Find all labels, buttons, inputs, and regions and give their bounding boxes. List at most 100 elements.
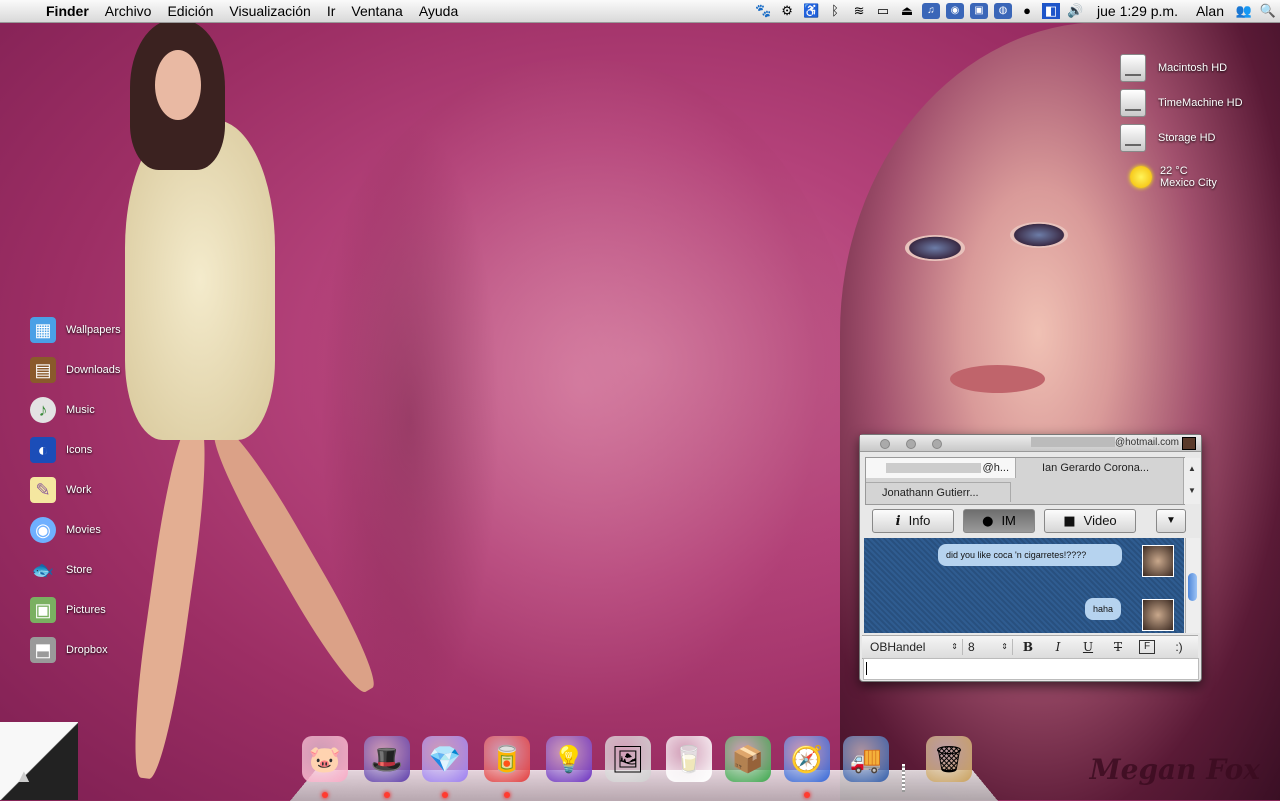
growl-icon[interactable]: 🐾 [754, 3, 772, 19]
cd-icon: ♪ [30, 397, 56, 423]
video-button[interactable]: ■ Video [1044, 509, 1136, 533]
menu-ir[interactable]: Ir [319, 3, 344, 19]
globe-icon[interactable]: ◍ [994, 3, 1013, 19]
info-button[interactable]: i Info [872, 509, 954, 533]
weather-temp: 22 °C [1160, 165, 1188, 177]
tab-jonathann[interactable]: Jonathann Gutierr... [866, 482, 1011, 502]
gear-icon[interactable]: ⚙ [778, 3, 796, 19]
chat-title: @hotmail.com [1030, 437, 1179, 448]
drive-timemachine-hd[interactable]: TimeMachine HD [1120, 85, 1260, 120]
goldfish-icon: 🐟 [31, 559, 55, 580]
dock-soda-box-icon[interactable]: 📦 [725, 736, 771, 782]
menu-finder[interactable]: Finder [38, 3, 97, 19]
font-select[interactable]: OBHandel ⇕ [864, 639, 963, 655]
accessibility-icon[interactable]: ♿ [802, 3, 820, 19]
minimize-button[interactable] [906, 439, 916, 449]
sender-avatar [1142, 599, 1174, 631]
dock-running-indicator [384, 792, 390, 798]
menu-bar: Finder Archivo Edición Visualización Ir … [0, 0, 1280, 23]
android-icon[interactable]: ● [1018, 3, 1036, 19]
bold-button[interactable]: B [1020, 639, 1036, 655]
drive-storage-hd[interactable]: Storage HD [1120, 120, 1260, 155]
dock-messenger-gem-icon[interactable]: 💎 [422, 736, 468, 782]
hard-drive-icon [1120, 53, 1146, 82]
scrollbar-thumb[interactable] [1188, 573, 1197, 601]
spotlight-search-icon[interactable]: 🔍 [1259, 3, 1277, 19]
weather-widget[interactable]: 22 °C Mexico City [1130, 165, 1217, 189]
menu-ventana[interactable]: Ventana [343, 3, 410, 19]
menu-edicion[interactable]: Edición [159, 3, 221, 19]
tabs-scrollbar[interactable]: ▲ ▼ [1183, 458, 1200, 504]
hard-drive-icon [1120, 88, 1146, 117]
menu-ayuda[interactable]: Ayuda [411, 3, 466, 19]
display-icon[interactable]: ▣ [970, 3, 989, 19]
tab-ian-gerardo[interactable]: Ian Gerardo Corona... [1016, 458, 1184, 478]
dock-lightbulb-icon[interactable]: 💡 [546, 736, 592, 782]
chat-titlebar[interactable]: @hotmail.com [860, 435, 1201, 452]
desktop-item-pictures[interactable]: ▣ Pictures [30, 590, 180, 630]
zoom-button[interactable] [932, 439, 942, 449]
pepsi-can-icon: ◐ [30, 437, 56, 463]
dock-safari-icon[interactable]: 🧭 [784, 736, 830, 782]
chat-tabs: @h... Ian Gerardo Corona... Jonathann Gu… [865, 457, 1200, 505]
wallpaper-eye-right [1010, 222, 1068, 248]
close-button[interactable] [880, 439, 890, 449]
desktop-item-downloads[interactable]: ▤ Downloads [30, 350, 180, 390]
dvd-icon: ◉ [30, 517, 56, 543]
message-input[interactable] [863, 658, 1199, 680]
dock-delivery-truck-icon[interactable]: 🚚 [843, 736, 889, 782]
dock-pig-icon[interactable]: 🐷 [302, 736, 348, 782]
messages-scrollbar[interactable] [1185, 538, 1200, 633]
dock: 🐷 🎩 💎 🥫 💡 🖼 🥛 📦 🧭 🚚 🗑 [300, 736, 990, 800]
dock-trash-icon[interactable]: 🗑 [926, 736, 972, 782]
itunes-icon[interactable]: ♫ [922, 3, 941, 19]
chat-options-dropdown[interactable]: ▼ [1156, 509, 1186, 533]
drive-macintosh-hd[interactable]: Macintosh HD [1120, 50, 1260, 85]
messenger-chat-window[interactable]: @hotmail.com @h... Ian Gerardo Corona...… [859, 434, 1202, 682]
italic-button[interactable]: I [1050, 639, 1066, 655]
dock-soda-can-icon[interactable]: 🥫 [484, 736, 530, 782]
bluetooth-icon[interactable]: ᛒ [826, 3, 844, 19]
dock-running-indicator [442, 792, 448, 798]
wifi-icon[interactable]: ≋ [850, 3, 868, 19]
desktop-item-wallpapers[interactable]: ▦ Wallpapers [30, 310, 180, 350]
tab-current-contact[interactable]: @h... [866, 458, 1016, 478]
desktop-item-movies[interactable]: ◉ Movies [30, 510, 180, 550]
photo-icon: ▣ [30, 597, 56, 623]
page-curl-corner[interactable]: ▲ [0, 722, 78, 800]
dock-stamp-icon[interactable]: 🖼 [605, 736, 651, 782]
users-icon[interactable]: 👥 [1235, 3, 1253, 19]
desktop-drives: Macintosh HD TimeMachine HD Storage HD [1120, 50, 1260, 155]
strikethrough-button[interactable]: T [1110, 639, 1126, 655]
emoticon-button[interactable]: :) [1168, 639, 1190, 655]
desktop-item-label: Wallpapers [66, 324, 121, 336]
menu-archivo[interactable]: Archivo [97, 3, 160, 19]
im-button[interactable]: ● IM [963, 509, 1035, 533]
dock-separator[interactable] [902, 764, 905, 792]
chat-mode-buttons: i Info ● IM ■ Video ▼ [872, 509, 1192, 533]
message-history[interactable]: did you like coca 'n cigarretes!???? hah… [864, 538, 1184, 633]
drive-label: Storage HD [1158, 131, 1216, 144]
desktop-item-music[interactable]: ♪ Music [30, 390, 180, 430]
wallpaper-signature: Megan Fox [1089, 753, 1260, 786]
menu-visualizacion[interactable]: Visualización [221, 3, 318, 19]
desktop-item-dropbox[interactable]: ⬒ Dropbox [30, 630, 180, 670]
dock-milk-carton-icon[interactable]: 🥛 [666, 736, 712, 782]
eject-icon[interactable]: ⏏ [898, 3, 916, 19]
underline-button[interactable]: U [1080, 639, 1096, 655]
frame-button[interactable]: F [1139, 640, 1155, 654]
dock-magic-hat-icon[interactable]: 🎩 [364, 736, 410, 782]
desktop-item-icons[interactable]: ◐ Icons [30, 430, 180, 470]
desktop-item-work[interactable]: ✎ Work [30, 470, 180, 510]
menu-user[interactable]: Alan [1188, 3, 1232, 19]
contact-photo-icon [1182, 437, 1196, 450]
menu-clock[interactable]: jue 1:29 p.m. [1087, 3, 1188, 19]
box-icon: ▤ [30, 357, 56, 383]
sync-icon[interactable]: ◉ [946, 3, 965, 19]
volume-icon[interactable]: 🔊 [1066, 3, 1084, 19]
desktop-item-store[interactable]: 🐟 Store [30, 550, 180, 590]
hard-drive-icon [1120, 123, 1146, 152]
font-size-select[interactable]: 8 ⇕ [962, 639, 1013, 655]
battery-icon[interactable]: ▭ [874, 3, 892, 19]
user-photo-icon[interactable]: ◧ [1042, 3, 1061, 19]
